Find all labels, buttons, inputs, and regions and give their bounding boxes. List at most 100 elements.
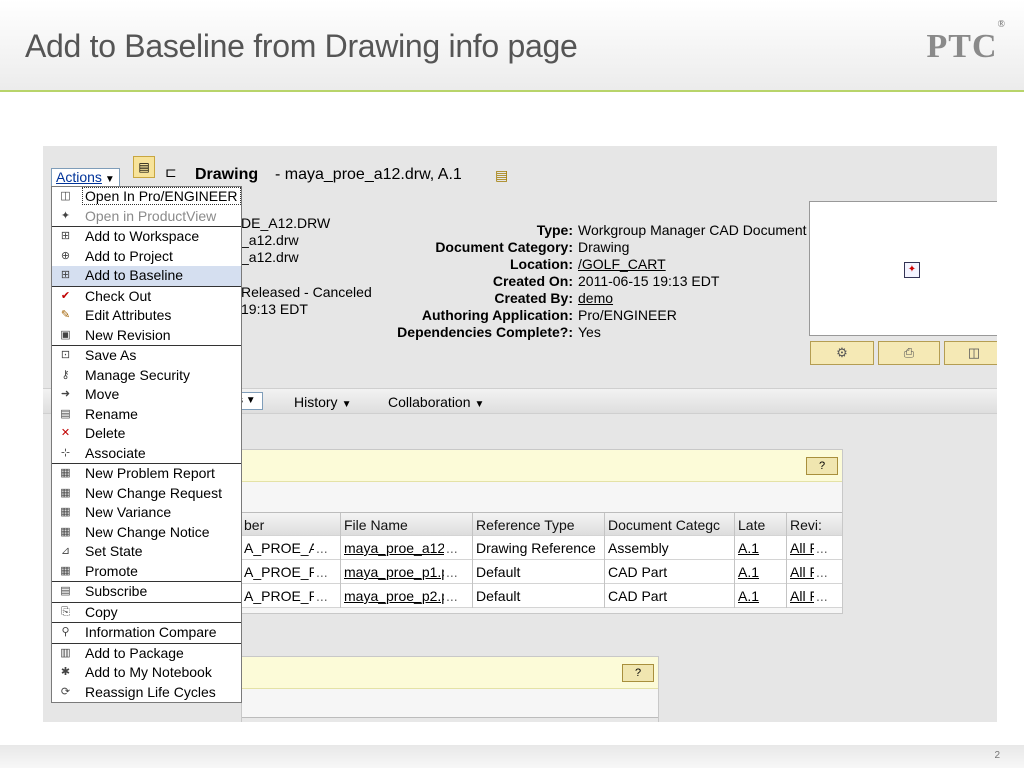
column-header[interactable]: File Name — [344, 517, 460, 533]
table-cell: Default — [476, 588, 521, 604]
column-separator — [734, 560, 735, 584]
menu-item-label: Set State — [85, 543, 143, 559]
copy-icon: ⎘ — [61, 605, 70, 618]
thumbnail-icon[interactable]: ✦ — [904, 262, 920, 278]
truncation-ellipsis: ... — [316, 540, 328, 556]
menu-item-set-state[interactable]: ⊿ Set State — [52, 542, 241, 562]
column-header[interactable]: Reference Type — [476, 517, 604, 533]
column-separator[interactable] — [786, 513, 787, 537]
menu-item-associate[interactable]: ⊹ Associate — [52, 444, 241, 464]
promote-icon: ▦ — [60, 564, 71, 577]
table-cell[interactable]: A.1 — [738, 588, 784, 604]
truncation-ellipsis: ... — [446, 540, 458, 556]
attribute-value[interactable]: demo — [578, 290, 613, 306]
actions-dropdown[interactable]: Actions ▼ — [51, 168, 120, 187]
table-row[interactable]: A_PROE_A'... maya_proe_a12.:... Drawing Re… — [242, 536, 842, 560]
help-button[interactable]: ? — [622, 664, 654, 682]
table-cell[interactable]: A.1 — [738, 564, 784, 580]
column-header[interactable]: Document Categc — [608, 517, 734, 533]
truncation-ellipsis: ... — [816, 564, 828, 580]
menu-item-label: Rename — [85, 405, 138, 422]
menu-item-check-out[interactable]: ✔ Check Out — [52, 287, 241, 307]
menu-item-new-change-request[interactable]: ▦ New Change Request — [52, 484, 241, 504]
column-separator[interactable] — [734, 513, 735, 537]
tab-history[interactable]: History ▼ — [294, 394, 351, 410]
object-name: - maya_proe_a12.drw, A.1 — [275, 166, 462, 183]
menu-item-add-to-workspace[interactable]: ⊞ Add to Workspace — [52, 227, 241, 247]
menu-item-save-as[interactable]: ⊡ Save As — [52, 346, 241, 366]
table-cell[interactable]: All F — [790, 540, 814, 556]
table-cell[interactable]: maya_proe_p2.prt — [344, 588, 444, 604]
column-separator[interactable] — [340, 513, 341, 537]
table-cell[interactable]: maya_proe_a12.: — [344, 540, 444, 556]
table-cell[interactable]: maya_proe_p1.prt — [344, 564, 444, 580]
table-cell[interactable]: A.1 — [738, 540, 784, 556]
info-page-icon[interactable]: ▤ — [133, 156, 155, 178]
menu-item-edit-attributes[interactable]: ✎ Edit Attributes — [52, 306, 241, 326]
compare-icon: ⚲ — [61, 626, 70, 638]
table-cell[interactable]: All F — [790, 564, 814, 580]
menu-item-subscribe[interactable]: ▤ Subscribe — [52, 582, 241, 602]
menu-item-new-variance[interactable]: ▦ New Variance — [52, 503, 241, 523]
column-separator[interactable] — [604, 513, 605, 537]
attribute-value[interactable]: /GOLF_CART — [578, 256, 666, 272]
menu-item-manage-security[interactable]: ⚷ Manage Security — [52, 366, 241, 386]
thumbnail-viewer: ✦ — [809, 201, 997, 336]
column-separator — [786, 536, 787, 560]
menu-item-open-in-pro-engineer[interactable]: ◫ Open In Pro/ENGINEER — [52, 187, 241, 207]
menu-item-label: Check Out — [85, 287, 152, 304]
menu-item-copy[interactable]: ⎘ Copy — [52, 603, 241, 623]
actions-label: Actions — [56, 169, 102, 185]
help-button[interactable]: ? — [806, 457, 838, 475]
change-notice-icon: ▦ — [60, 525, 71, 538]
table-cell: A_PROE_P: — [244, 588, 314, 604]
menu-item-add-to-project[interactable]: ⊕ Add to Project — [52, 247, 241, 267]
attribute-value: Workgroup Manager CAD Document — [578, 222, 807, 238]
panel-header: ? — [242, 657, 658, 689]
table-row[interactable]: A_PROE_P...maya_proe_p1.prt...DefaultCAD… — [242, 560, 842, 584]
menu-item-move[interactable]: ➜ Move — [52, 385, 241, 405]
column-header[interactable]: Late — [738, 517, 784, 533]
menu-item-label: Add to Project — [85, 247, 173, 264]
print-button[interactable]: ⎙ — [878, 341, 940, 365]
menu-item-new-change-notice[interactable]: ▦ New Change Notice — [52, 523, 241, 543]
structure-icon[interactable]: ⊏ — [165, 164, 177, 181]
subscribe-icon: ▤ — [60, 585, 71, 597]
menu-item-add-to-package[interactable]: ▥ Add to Package — [52, 644, 241, 664]
attribute-label: Created On: — [492, 273, 573, 289]
menu-item-information-compare[interactable]: ⚲ Information Compare — [52, 623, 241, 643]
table-cell: CAD Part — [608, 588, 668, 604]
tab-collaboration[interactable]: Collaboration ▼ — [388, 394, 484, 410]
table-cell[interactable]: All F — [790, 588, 814, 604]
second-panel: ? — [241, 656, 659, 722]
menu-item-label: New Problem Report — [85, 465, 215, 481]
column-separator — [340, 560, 341, 584]
table-row[interactable]: A_PROE_P:...maya_proe_p2.prt...DefaultCA… — [242, 584, 842, 608]
column-separator — [472, 560, 473, 584]
menu-item-rename[interactable]: ▤ Rename — [52, 405, 241, 425]
menu-item-add-to-baseline[interactable]: ⊞ Add to Baseline — [52, 266, 241, 286]
menu-item-add-to-my-notebook[interactable]: ✱ Add to My Notebook — [52, 663, 241, 683]
menu-item-promote[interactable]: ▦ Promote — [52, 562, 241, 582]
menu-item-label: Edit Attributes — [85, 307, 172, 323]
menu-item-new-revision[interactable]: ▣ New Revision — [52, 326, 241, 346]
change-request-icon: ▦ — [60, 486, 71, 499]
column-separator — [604, 560, 605, 584]
column-header[interactable]: ber — [244, 517, 330, 533]
menu-item-reassign-life-cycles[interactable]: ⟳ Reassign Life Cycles — [52, 683, 241, 703]
column-header[interactable]: Revi: — [790, 517, 830, 533]
menu-item-delete[interactable]: ✕ Delete — [52, 424, 241, 444]
panel-header: ? — [242, 450, 842, 482]
tab-history-label: History — [294, 394, 338, 410]
open-viewer-button[interactable]: ◫ — [944, 341, 997, 365]
open-proe-icon: ◫ — [60, 190, 71, 202]
variance-icon: ▦ — [60, 506, 71, 518]
edit-attributes-icon: ✎ — [60, 309, 71, 321]
table-cell: Assembly — [608, 540, 669, 556]
attribute-label: Authoring Application: — [421, 307, 573, 323]
column-separator[interactable] — [472, 513, 473, 537]
add-project-icon: ⊕ — [60, 249, 71, 262]
attribute-value: Drawing — [578, 239, 630, 255]
menu-item-new-problem-report[interactable]: ▦ New Problem Report — [52, 464, 241, 484]
view-3d-button[interactable]: ⚙ — [810, 341, 874, 365]
